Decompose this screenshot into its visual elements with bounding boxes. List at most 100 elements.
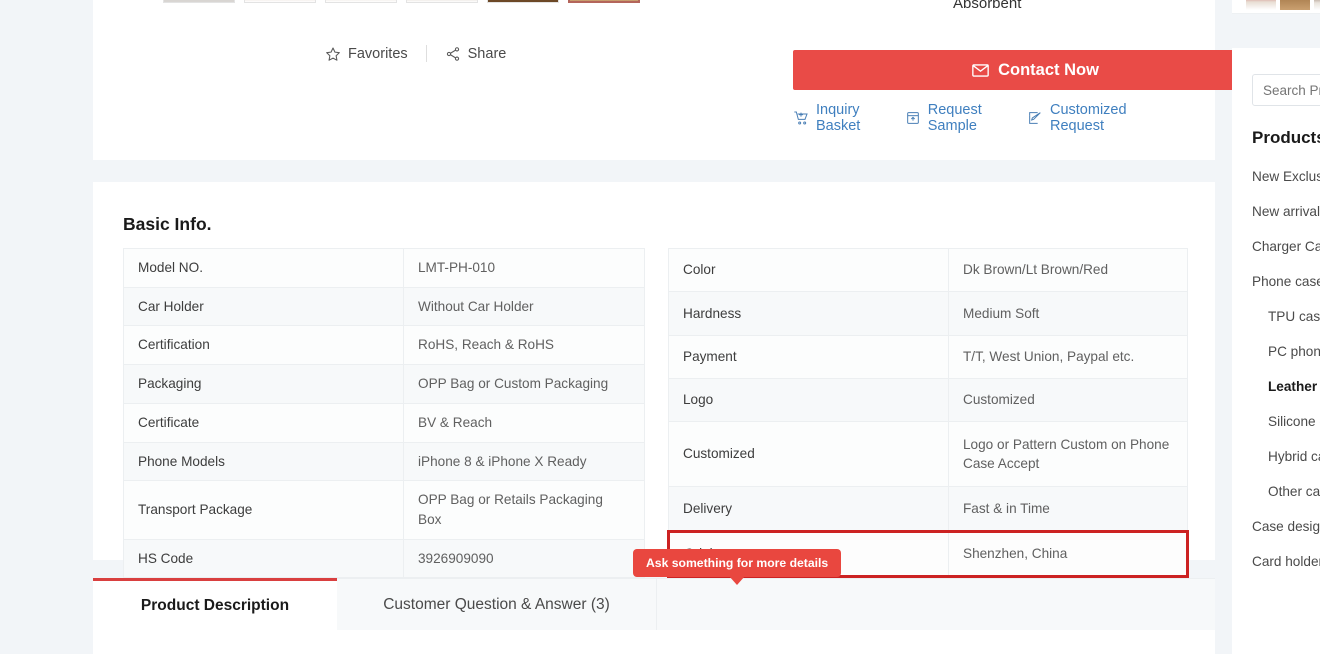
secondary-actions-row: Inquiry Basket Request Sample	[793, 102, 1168, 134]
spec-value: Medium Soft	[949, 292, 1188, 335]
table-row: CustomizedLogo or Pattern Custom on Phon…	[669, 422, 1188, 487]
basic-info-title: Basic Info.	[123, 214, 212, 235]
product-thumbnail[interactable]	[163, 0, 235, 3]
tab-bar-filler	[657, 578, 1215, 630]
table-row: PackagingOPP Bag or Custom Packaging	[124, 365, 645, 404]
product-thumbnail-selected[interactable]	[568, 0, 640, 3]
table-row: PaymentT/T, West Union, Paypal etc.	[669, 335, 1188, 378]
contact-now-label: Contact Now	[998, 61, 1099, 80]
table-row: Model NO.LMT-PH-010	[124, 249, 645, 288]
spec-key: Packaging	[124, 365, 404, 404]
spec-value: iPhone 8 & iPhone X Ready	[404, 442, 645, 481]
sidebar-item-tpu-case[interactable]: TPU case	[1232, 299, 1320, 334]
table-row: Car HolderWithout Car Holder	[124, 287, 645, 326]
product-thumbnail[interactable]	[325, 0, 397, 3]
product-thumbnail[interactable]	[244, 0, 316, 3]
request-sample-link[interactable]: Request Sample	[905, 102, 1027, 134]
product-detail-page: Favorites Share Absorbent	[0, 0, 1320, 654]
contact-now-button[interactable]: Contact Now	[793, 50, 1278, 90]
favorites-share-row: Favorites Share	[307, 45, 524, 62]
gallery-actions-panel: Favorites Share Absorbent	[93, 0, 1215, 160]
spec-value: Customized	[949, 378, 1188, 421]
sidebar-thumbnail[interactable]	[1314, 0, 1320, 10]
favorites-label: Favorites	[348, 46, 408, 62]
sidebar-item-new-arrivals[interactable]: New arrivals	[1232, 194, 1320, 229]
sidebar-item-hybrid-case[interactable]: Hybrid case	[1232, 439, 1320, 474]
spec-value: OPP Bag or Retails Packaging Box	[404, 481, 645, 539]
product-thumbnail[interactable]	[406, 0, 478, 3]
customized-request-link[interactable]: Customized Request	[1027, 102, 1168, 134]
spec-value: BV & Reach	[404, 403, 645, 442]
tab-customer-qa-label: Customer Question & Answer (3)	[383, 596, 610, 614]
table-row: CertificationRoHS, Reach & RoHS	[124, 326, 645, 365]
spec-key: Payment	[669, 335, 949, 378]
spec-value: Without Car Holder	[404, 287, 645, 326]
qa-tooltip: Ask something for more details	[633, 549, 841, 577]
thumbnail-strip[interactable]	[163, 0, 640, 3]
spec-value: T/T, West Union, Paypal etc.	[949, 335, 1188, 378]
spec-value: Fast & in Time	[949, 487, 1188, 531]
basic-info-panel: Basic Info. Model NO.LMT-PH-010Car Holde…	[93, 182, 1215, 560]
table-row: Transport PackageOPP Bag or Retails Pack…	[124, 481, 645, 539]
sidebar-thumbnail[interactable]	[1246, 0, 1276, 10]
table-row: HS Code3926909090	[124, 539, 645, 578]
share-label: Share	[468, 46, 507, 62]
sidebar-heading: Products	[1252, 128, 1320, 148]
sidebar-item-new-exclusive[interactable]: New Exclusive	[1232, 159, 1320, 194]
spec-tables: Model NO.LMT-PH-010Car HolderWithout Car…	[123, 248, 1189, 578]
spec-key: Phone Models	[124, 442, 404, 481]
sidebar-body: Products New ExclusiveNew arrivalsCharge…	[1232, 48, 1320, 654]
spec-value: RoHS, Reach & RoHS	[404, 326, 645, 365]
sidebar-item-silicone-case[interactable]: Silicone case	[1232, 404, 1320, 439]
sidebar-item-phone-case[interactable]: Phone case	[1232, 264, 1320, 299]
share-icon	[445, 46, 461, 62]
sidebar-thumbnail-strip[interactable]	[1232, 0, 1320, 12]
spec-table-right-body: ColorDk Brown/Lt Brown/RedHardnessMedium…	[669, 249, 1188, 577]
spec-key: Car Holder	[124, 287, 404, 326]
sidebar-item-case-design[interactable]: Case design	[1232, 509, 1320, 544]
spec-value: LMT-PH-010	[404, 249, 645, 288]
search-input[interactable]	[1252, 74, 1320, 106]
sidebar-item-pc-phone-case[interactable]: PC phone case	[1232, 334, 1320, 369]
share-button[interactable]: Share	[427, 46, 525, 62]
sidebar-item-charger-cable[interactable]: Charger Cable	[1232, 229, 1320, 264]
envelope-icon	[972, 64, 989, 77]
sidebar-item-leather-case[interactable]: Leather case	[1232, 369, 1320, 404]
tab-product-description[interactable]: Product Description	[93, 578, 337, 630]
spec-value: OPP Bag or Custom Packaging	[404, 365, 645, 404]
favorites-button[interactable]: Favorites	[307, 46, 426, 62]
spec-value: Shenzhen, China	[949, 531, 1188, 577]
inquiry-basket-link[interactable]: Inquiry Basket	[793, 102, 905, 134]
pencil-square-icon	[1027, 110, 1043, 126]
sidebar-item-other-case[interactable]: Other case	[1232, 474, 1320, 509]
sidebar-gap	[1232, 14, 1320, 48]
feature-text: Absorbent	[953, 0, 1021, 12]
spec-key: Customized	[669, 422, 949, 487]
spec-key: Certificate	[124, 403, 404, 442]
inquiry-basket-label: Inquiry Basket	[816, 102, 872, 134]
spec-value: Logo or Pattern Custom on Phone Case Acc…	[949, 422, 1188, 487]
sidebar-thumbnail[interactable]	[1280, 0, 1310, 10]
table-row: ColorDk Brown/Lt Brown/Red	[669, 249, 1188, 292]
table-row: Phone ModelsiPhone 8 & iPhone X Ready	[124, 442, 645, 481]
spec-key: Certification	[124, 326, 404, 365]
spec-key: Model NO.	[124, 249, 404, 288]
product-thumbnail[interactable]	[487, 0, 559, 3]
tab-customer-qa[interactable]: Customer Question & Answer (3) Ask somet…	[337, 578, 657, 630]
right-sidebar: Products New ExclusiveNew arrivalsCharge…	[1232, 0, 1320, 654]
sidebar-category-list: New ExclusiveNew arrivalsCharger CablePh…	[1232, 159, 1320, 579]
spec-value: 3926909090	[404, 539, 645, 578]
customized-request-label: Customized Request	[1050, 102, 1135, 134]
spec-key: Transport Package	[124, 481, 404, 539]
spec-table-right: ColorDk Brown/Lt Brown/RedHardnessMedium…	[667, 248, 1189, 578]
spec-key: Color	[669, 249, 949, 292]
cart-plus-icon	[793, 110, 809, 126]
table-row: DeliveryFast & in Time	[669, 487, 1188, 531]
spec-key: Logo	[669, 378, 949, 421]
sidebar-thumbnail-card	[1232, 0, 1320, 14]
box-icon	[905, 110, 921, 126]
detail-tabs-panel: Product Description Customer Question & …	[93, 578, 1215, 654]
table-row: CertificateBV & Reach	[124, 403, 645, 442]
table-row: LogoCustomized	[669, 378, 1188, 421]
sidebar-item-card-holder[interactable]: Card holder	[1232, 544, 1320, 579]
